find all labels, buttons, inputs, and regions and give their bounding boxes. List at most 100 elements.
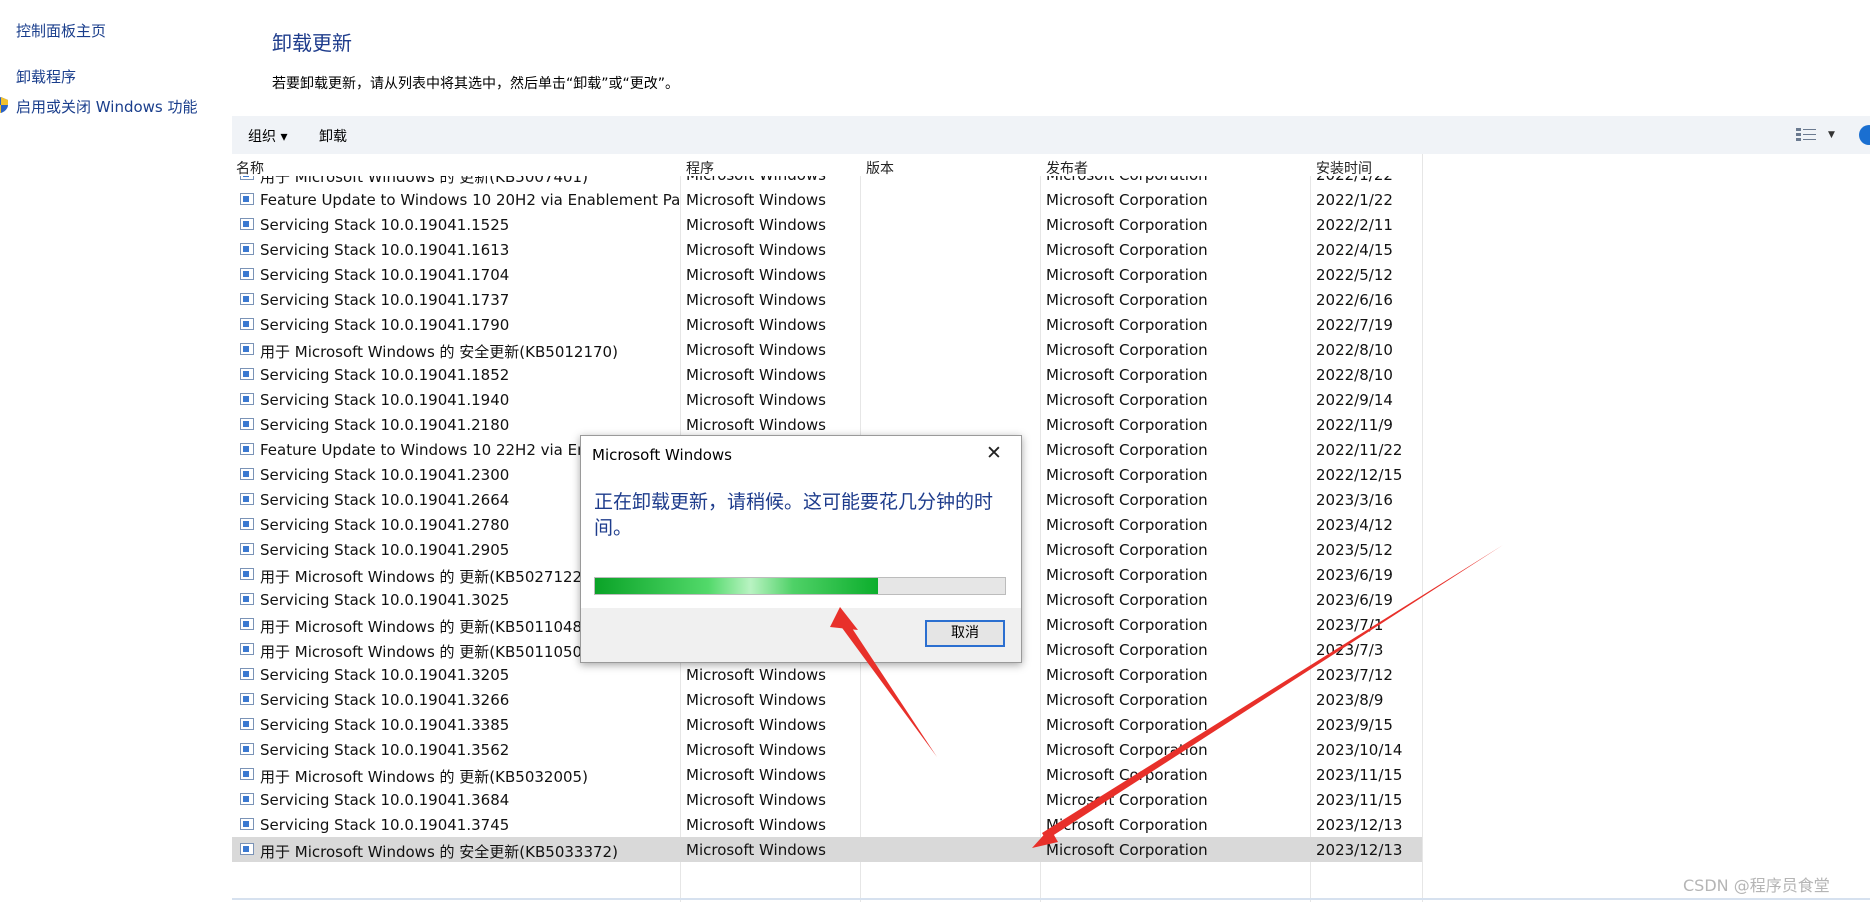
cell-name: Servicing Stack 10.0.19041.1704 bbox=[260, 266, 510, 284]
toolbar: 组织 ▾ 卸载 ▼ bbox=[232, 116, 1870, 154]
cell-publisher: Microsoft Corporation bbox=[1046, 816, 1208, 834]
cell-program: Microsoft Windows bbox=[686, 716, 826, 734]
table-row[interactable]: Servicing Stack 10.0.19041.1940 Microsoft… bbox=[232, 387, 1422, 412]
table-row[interactable]: Servicing Stack 10.0.19041.3205 Microsoft… bbox=[232, 662, 1422, 687]
cell-publisher: Microsoft Corporation bbox=[1046, 266, 1208, 284]
table-row[interactable]: Servicing Stack 10.0.19041.1852 Microsoft… bbox=[232, 362, 1422, 387]
cell-installed-on: 2023/6/19 bbox=[1316, 591, 1393, 609]
table-row[interactable]: Servicing Stack 10.0.19041.3684 Microsoft… bbox=[232, 787, 1422, 812]
cell-name: Servicing Stack 10.0.19041.1790 bbox=[260, 316, 510, 334]
update-icon bbox=[240, 493, 254, 505]
table-row[interactable]: 用于 Microsoft Windows 的 安全更新(KB5012170) Mi… bbox=[232, 337, 1422, 362]
cell-installed-on: 2023/6/19 bbox=[1316, 566, 1393, 584]
cancel-button[interactable]: 取消 bbox=[925, 620, 1005, 647]
update-icon bbox=[240, 793, 254, 805]
update-icon bbox=[240, 668, 254, 680]
uninstall-progress-bar bbox=[594, 577, 1006, 595]
cell-name: Servicing Stack 10.0.19041.1940 bbox=[260, 391, 510, 409]
cell-publisher: Microsoft Corporation bbox=[1046, 716, 1208, 734]
nav-windows-features[interactable]: 启用或关闭 Windows 功能 bbox=[16, 96, 198, 117]
cell-program: Microsoft Windows bbox=[686, 666, 826, 684]
table-row[interactable]: Servicing Stack 10.0.19041.3562 Microsoft… bbox=[232, 737, 1422, 762]
cell-installed-on: 2022/4/15 bbox=[1316, 241, 1393, 259]
cell-name: Servicing Stack 10.0.19041.3562 bbox=[260, 741, 510, 759]
cell-publisher: Microsoft Corporation bbox=[1046, 641, 1208, 659]
cell-publisher: Microsoft Corporation bbox=[1046, 391, 1208, 409]
cell-installed-on: 2022/6/16 bbox=[1316, 291, 1393, 309]
table-row[interactable]: 用于 Microsoft Windows 的 安全更新(KB5033372) Mi… bbox=[232, 837, 1422, 862]
cell-name: Servicing Stack 10.0.19041.1613 bbox=[260, 241, 510, 259]
cell-publisher: Microsoft Corporation bbox=[1046, 466, 1208, 484]
left-navigation: 控制面板主页 卸载程序 启用或关闭 Windows 功能 bbox=[0, 0, 225, 902]
table-row[interactable]: Servicing Stack 10.0.19041.3266 Microsoft… bbox=[232, 687, 1422, 712]
cell-publisher: Microsoft Corporation bbox=[1046, 491, 1208, 509]
view-dropdown-icon[interactable]: ▼ bbox=[1828, 130, 1835, 140]
cell-installed-on: 2023/11/15 bbox=[1316, 766, 1403, 784]
update-icon bbox=[240, 443, 254, 455]
update-icon bbox=[240, 293, 254, 305]
update-icon bbox=[240, 243, 254, 255]
cell-publisher: Microsoft Corporation bbox=[1046, 791, 1208, 809]
column-header-installed-on[interactable]: 安装时间 bbox=[1316, 158, 1372, 178]
cell-name: Servicing Stack 10.0.19041.2180 bbox=[260, 416, 510, 434]
uninstall-button[interactable]: 卸载 bbox=[319, 126, 347, 146]
organize-button[interactable]: 组织 ▾ bbox=[248, 126, 287, 146]
cell-program: Microsoft Windows bbox=[686, 766, 826, 784]
table-row[interactable]: 用于 Microsoft Windows 的 更新(KB5032005) Micr… bbox=[232, 762, 1422, 787]
table-row[interactable]: Feature Update to Windows 10 20H2 via En… bbox=[232, 187, 1422, 212]
table-row[interactable]: Servicing Stack 10.0.19041.3385 Microsoft… bbox=[232, 712, 1422, 737]
cell-program: Microsoft Windows bbox=[686, 341, 826, 359]
update-icon bbox=[240, 368, 254, 380]
cell-installed-on: 2023/10/14 bbox=[1316, 741, 1403, 759]
close-icon[interactable]: ✕ bbox=[986, 444, 1002, 463]
table-row[interactable]: Servicing Stack 10.0.19041.1613 Microsoft… bbox=[232, 237, 1422, 262]
cell-program: Microsoft Windows bbox=[686, 216, 826, 234]
cell-publisher: Microsoft Corporation bbox=[1046, 366, 1208, 384]
update-icon bbox=[240, 568, 254, 580]
update-icon bbox=[240, 193, 254, 205]
cell-program: Microsoft Windows bbox=[686, 191, 826, 209]
cell-installed-on: 2022/8/10 bbox=[1316, 341, 1393, 359]
cell-installed-on: 2022/12/15 bbox=[1316, 466, 1403, 484]
cell-name: 用于 Microsoft Windows 的 安全更新(KB5012170) bbox=[260, 343, 618, 361]
update-icon bbox=[240, 593, 254, 605]
help-icon[interactable] bbox=[1859, 125, 1870, 145]
cell-name: Servicing Stack 10.0.19041.1525 bbox=[260, 216, 510, 234]
cell-name: Feature Update to Windows 10 20H2 via En… bbox=[260, 191, 680, 209]
cell-publisher: Microsoft Corporation bbox=[1046, 416, 1208, 434]
table-row[interactable]: Servicing Stack 10.0.19041.2180 Microsoft… bbox=[232, 412, 1422, 437]
table-row[interactable]: Servicing Stack 10.0.19041.1704 Microsoft… bbox=[232, 262, 1422, 287]
cell-installed-on: 2023/5/12 bbox=[1316, 541, 1393, 559]
column-header-name[interactable]: 名称 bbox=[236, 158, 264, 178]
column-header-publisher[interactable]: 发布者 bbox=[1046, 158, 1088, 178]
table-row[interactable]: Servicing Stack 10.0.19041.1737 Microsoft… bbox=[232, 287, 1422, 312]
cell-installed-on: 2022/2/11 bbox=[1316, 216, 1393, 234]
cell-program: Microsoft Windows bbox=[686, 366, 826, 384]
table-row[interactable]: Servicing Stack 10.0.19041.3745 Microsoft… bbox=[232, 812, 1422, 837]
cell-installed-on: 2023/11/15 bbox=[1316, 791, 1403, 809]
table-row[interactable]: Servicing Stack 10.0.19041.1790 Microsoft… bbox=[232, 312, 1422, 337]
cell-publisher: Microsoft Corporation bbox=[1046, 741, 1208, 759]
cell-installed-on: 2022/11/9 bbox=[1316, 416, 1393, 434]
cell-installed-on: 2022/1/22 bbox=[1316, 191, 1393, 209]
cell-name: Servicing Stack 10.0.19041.3205 bbox=[260, 666, 510, 684]
table-row[interactable]: Servicing Stack 10.0.19041.1525 Microsoft… bbox=[232, 212, 1422, 237]
cell-publisher: Microsoft Corporation bbox=[1046, 766, 1208, 784]
cell-installed-on: 2023/7/3 bbox=[1316, 641, 1384, 659]
update-icon bbox=[240, 468, 254, 480]
cell-name: Servicing Stack 10.0.19041.1737 bbox=[260, 291, 510, 309]
cell-installed-on: 2022/11/22 bbox=[1316, 441, 1403, 459]
column-header-version[interactable]: 版本 bbox=[866, 158, 894, 178]
nav-uninstall-program[interactable]: 卸载程序 bbox=[16, 66, 76, 87]
cell-name: 用于 Microsoft Windows 的 安全更新(KB5033372) bbox=[260, 843, 618, 861]
cell-installed-on: 2023/8/9 bbox=[1316, 691, 1384, 709]
cell-publisher: Microsoft Corporation bbox=[1046, 616, 1208, 634]
cell-publisher: Microsoft Corporation bbox=[1046, 441, 1208, 459]
nav-control-panel-home[interactable]: 控制面板主页 bbox=[16, 20, 106, 41]
cell-publisher: Microsoft Corporation bbox=[1046, 841, 1208, 859]
column-header-program[interactable]: 程序 bbox=[686, 158, 714, 178]
cell-publisher: Microsoft Corporation bbox=[1046, 666, 1208, 684]
update-icon bbox=[240, 418, 254, 430]
update-icon bbox=[240, 343, 254, 355]
view-options-icon[interactable] bbox=[1796, 128, 1816, 142]
